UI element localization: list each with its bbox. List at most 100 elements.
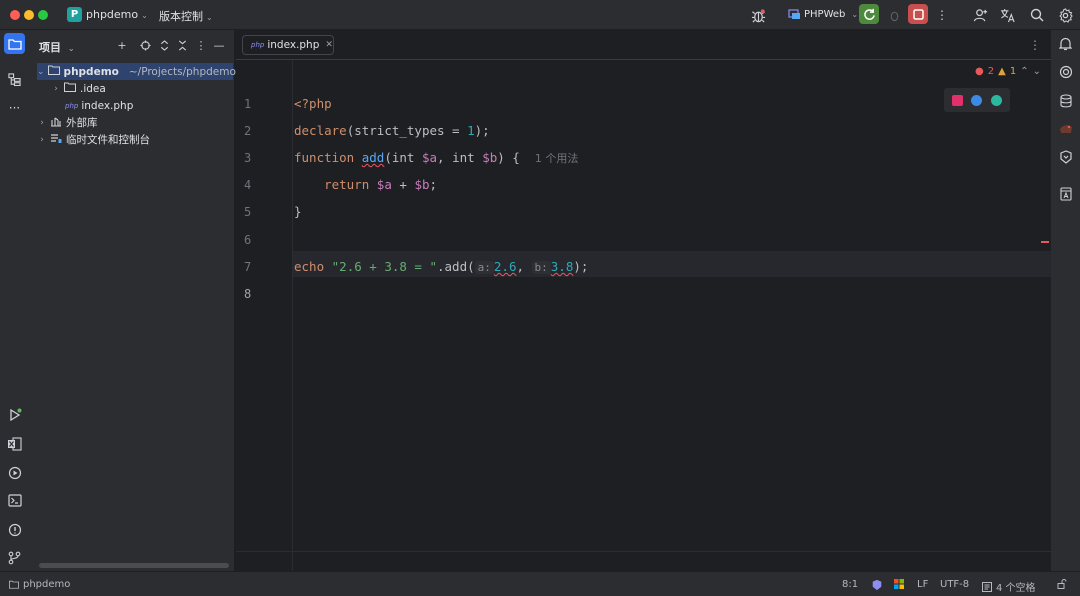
collapse-all-icon[interactable] [175,38,189,52]
codeium-status-icon[interactable] [871,579,883,591]
folder-icon [47,65,60,78]
hide-panel-minus-icon[interactable]: — [212,38,226,52]
git-branch-icon[interactable] [4,547,25,568]
code-token: "2.6 + 3.8 = " [331,259,437,274]
line-number: 1 [244,97,252,111]
settings-gear-icon[interactable] [1056,6,1074,24]
debug-bug-icon[interactable] [749,6,767,24]
chevron-down-icon: ⌄ [141,11,148,20]
php-web-config-icon [788,9,800,19]
project-badge-icon: P [67,7,82,22]
tab-options-icon[interactable]: ⋮ [1029,38,1041,52]
code-line-1[interactable]: <?php [294,96,332,111]
line-number: 7 [244,260,252,274]
windows-icon[interactable] [894,579,904,589]
locate-target-icon[interactable] [138,38,152,52]
chevron-down-icon[interactable]: ⌄ [1033,66,1041,77]
translation-panel-icon[interactable] [1055,183,1076,204]
php-open-tag: <?php [294,96,332,111]
close-window-button[interactable] [10,10,20,20]
code-token: $a [376,177,392,192]
excel-icon[interactable] [4,433,25,454]
edge-icon[interactable] [990,94,1002,106]
caret-position[interactable]: 8:1 [842,579,858,590]
line-separator[interactable]: LF [917,579,928,590]
run-config-selector[interactable]: PHPWeb ⌄ [788,8,858,20]
code-editor: php index.php ✕ ⋮ 1 2 3 4 5 6 7 8 <?php … [236,30,1051,581]
composer-icon[interactable] [1055,118,1076,139]
line-number: 5 [244,205,252,219]
structure-icon[interactable] [4,69,25,90]
left-tool-strip: ··· [0,30,29,571]
new-file-plus-icon[interactable]: + [115,38,129,52]
indent-text: 4 个空格 [996,583,1036,594]
ai-assistant-icon[interactable] [1055,61,1076,82]
close-tab-icon[interactable]: ✕ [325,40,333,50]
code-token: ); [573,259,589,274]
line-number: 4 [244,178,252,192]
services-icon[interactable] [4,462,25,483]
tree-item-phpdemo[interactable]: ⌄ phpdemo ~/Projects/phpdemo [37,63,236,80]
chevron-down-icon: ⌄ [37,66,45,77]
problems-icon[interactable] [4,519,25,540]
project-panel-title: 项目 [39,41,61,54]
tree-item-label: phpdemo [63,65,119,78]
code-line-7[interactable]: echo "2.6 + 3.8 = ".add(a: 2.6, b: 3.8); [294,259,588,274]
indent-setting[interactable]: 4 个空格 [982,579,1036,594]
search-icon[interactable] [1028,6,1046,24]
debug-disabled-icon[interactable] [885,6,903,24]
code-token: ( [467,259,475,274]
tab-index-php[interactable]: php index.php ✕ [242,35,334,55]
php-file-icon: php [251,41,265,49]
code-token: , int [437,150,483,165]
zoom-window-button[interactable] [38,10,48,20]
code-token: (strict_types = [346,123,468,138]
chevron-up-icon[interactable]: ⌃ [1020,66,1028,77]
code-token: + [391,177,415,192]
more-actions-icon[interactable]: ⋮ [933,6,951,24]
tree-item-scratches[interactable]: › 临时文件和控制台 [37,131,150,148]
project-tool-folder-icon[interactable] [4,33,25,54]
code-line-2[interactable]: declare(strict_types = 1); [294,123,490,138]
rerun-button[interactable] [859,4,879,24]
code-line-4[interactable]: return $a + $b; [294,177,437,192]
chevron-right-icon: › [40,134,44,145]
minimize-window-button[interactable] [24,10,34,20]
chevron-right-icon: › [40,117,44,128]
terminal-icon[interactable] [4,490,25,511]
code-token: return [324,177,370,192]
inspection-widget[interactable]: ● 2 ▲ 1 ⌃ ⌄ [975,66,1041,77]
phpstorm-browser-icon[interactable] [952,94,964,106]
readonly-lock-icon[interactable] [1057,579,1067,589]
codeium-icon[interactable] [1055,146,1076,167]
browser-preview-bar [944,88,1010,112]
project-view-selector[interactable]: 项目 ⌄ [39,39,75,55]
breadcrumb[interactable]: phpdemo [9,579,70,590]
project-switcher[interactable]: phpdemo ⌄ [86,8,148,21]
tree-item-index-php[interactable]: php index.php [63,97,133,114]
stop-button[interactable] [908,4,928,24]
tree-item-external-libraries[interactable]: › 外部库 [37,114,97,131]
add-user-icon[interactable] [971,6,989,24]
code-line-3[interactable]: function add(int $a, int $b) { 1 个用法 [294,150,578,166]
file-encoding[interactable]: UTF-8 [940,579,969,590]
vcs-menu[interactable]: 版本控制 ⌄ [159,8,213,24]
run-tool-icon[interactable] [4,404,25,425]
editor-horizontal-scrollbar[interactable] [236,551,1051,571]
notifications-bell-icon[interactable] [1055,33,1076,54]
error-stripe-mark[interactable] [1041,241,1049,243]
more-tools-icon[interactable]: ··· [4,97,25,118]
panel-options-icon[interactable]: ⋮ [194,38,208,52]
usages-hint[interactable]: 1 个用法 [535,152,579,165]
code-token: (int [384,150,422,165]
safari-icon[interactable] [971,94,983,106]
code-line-5[interactable]: } [294,204,302,219]
project-panel-scrollbar[interactable] [39,563,229,568]
translate-icon[interactable] [999,6,1017,24]
tree-item-idea[interactable]: › .idea [51,80,106,97]
code-token: declare [294,123,347,138]
database-icon[interactable] [1055,90,1076,111]
code-token: add [444,259,468,274]
chevron-down-icon: ⌄ [851,9,859,19]
expand-all-icon[interactable] [157,38,171,52]
